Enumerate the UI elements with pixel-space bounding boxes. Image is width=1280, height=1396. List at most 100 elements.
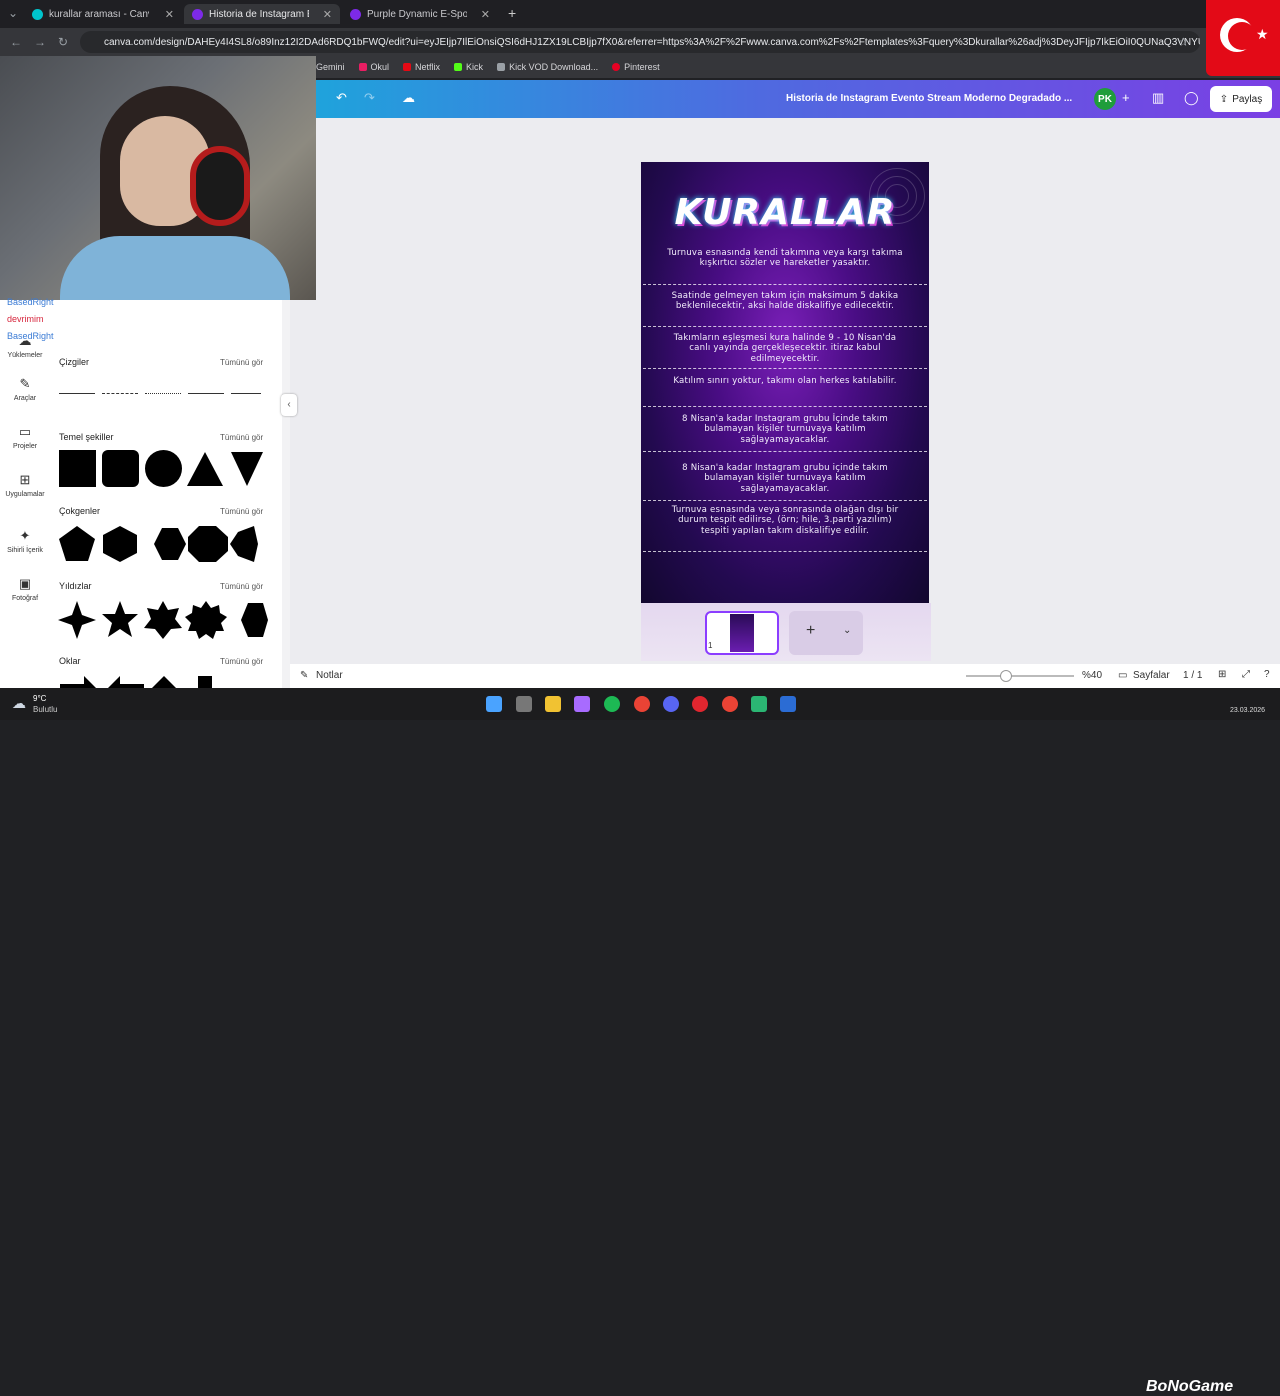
close-tab-icon[interactable]: ✕ bbox=[481, 8, 490, 21]
page-count: 1 / 1 bbox=[1183, 670, 1203, 681]
bookmark-pinterest[interactable]: Pinterest bbox=[612, 62, 660, 72]
bookmark-okul[interactable]: Okul bbox=[358, 62, 389, 72]
browser-tab-2[interactable]: Historia de Instagram Evento Stream ✕ bbox=[184, 4, 340, 24]
share-button[interactable]: ⇪ Paylaş bbox=[1210, 86, 1272, 112]
rule-divider bbox=[643, 368, 927, 369]
insights-icon[interactable]: ▥ bbox=[1152, 90, 1164, 106]
redo-icon[interactable]: ↷ bbox=[364, 90, 375, 106]
pages-icon: ▭ bbox=[1118, 670, 1128, 681]
line-dotted[interactable] bbox=[145, 393, 181, 394]
start-icon[interactable] bbox=[486, 696, 502, 712]
polygon-row[interactable] bbox=[58, 524, 258, 564]
rail-apps[interactable]: ⊞ Uygulamalar bbox=[0, 472, 50, 498]
bookmark-gemini[interactable]: Gemini bbox=[316, 62, 345, 72]
browser-tab-3[interactable]: Purple Dynamic E-Sport Game ✕ bbox=[342, 4, 498, 24]
grid-view-icon[interactable]: ⊞ bbox=[1218, 669, 1226, 680]
design-page[interactable]: KURALLAR Turnuva esnasında kendi takımın… bbox=[641, 162, 929, 603]
fullscreen-icon[interactable]: ⤢ bbox=[1242, 669, 1250, 680]
poster-title[interactable]: KURALLAR bbox=[641, 192, 929, 233]
shape-triangle-down[interactable] bbox=[230, 450, 264, 487]
bookmark-kick[interactable]: Kick bbox=[454, 62, 483, 72]
discord-icon[interactable] bbox=[663, 696, 679, 712]
see-all-arrows[interactable]: Tümünü gör bbox=[220, 657, 263, 666]
section-title-polygons: Çokgenler bbox=[59, 506, 101, 516]
bookmark-icon bbox=[612, 63, 621, 71]
browser-tab-1[interactable]: kurallar araması - Canva ✕ bbox=[24, 4, 182, 24]
shape-rounded-square[interactable] bbox=[102, 450, 139, 487]
collapse-panel-button[interactable]: ‹ bbox=[281, 394, 297, 416]
add-page-button[interactable]: + ⌄ bbox=[789, 611, 863, 655]
opera-icon[interactable] bbox=[692, 696, 708, 712]
new-tab-button[interactable]: + bbox=[508, 5, 516, 21]
see-all-polygons[interactable]: Tümünü gör bbox=[220, 507, 263, 516]
bookmark-kick-vod[interactable]: Kick VOD Download... bbox=[497, 62, 598, 72]
line-arrow-open[interactable] bbox=[231, 393, 261, 394]
zoom-slider-handle[interactable] bbox=[1000, 670, 1012, 682]
line-dashed[interactable] bbox=[102, 393, 138, 394]
chevron-down-icon[interactable]: ⌄ bbox=[843, 625, 851, 636]
design-title[interactable]: Historia de Instagram Evento Stream Mode… bbox=[786, 93, 1072, 104]
close-tab-icon[interactable]: ✕ bbox=[323, 8, 332, 21]
rule-divider bbox=[643, 406, 927, 407]
panel-scrollbar[interactable] bbox=[282, 300, 290, 688]
rule-text-4[interactable]: Katılım sınırı yoktur, takımı olan herke… bbox=[659, 376, 911, 386]
cloud-save-icon[interactable]: ☁ bbox=[402, 90, 415, 106]
rule-text-1[interactable]: Turnuva esnasında kendi takımına veya ka… bbox=[659, 248, 911, 269]
shape-square[interactable] bbox=[59, 450, 96, 487]
rail-photos[interactable]: ▣ Fotoğraf bbox=[0, 576, 50, 602]
undo-icon[interactable]: ↶ bbox=[336, 90, 347, 106]
chat-username: devrimim bbox=[7, 314, 44, 324]
section-title-lines: Çizgiler bbox=[59, 357, 90, 367]
file-explorer-icon[interactable] bbox=[545, 696, 561, 712]
bookmark-star-icon[interactable]: ☆ bbox=[1178, 35, 1189, 49]
chrome-icon[interactable] bbox=[634, 696, 650, 712]
app-icon[interactable] bbox=[780, 696, 796, 712]
see-all-stars[interactable]: Tümünü gör bbox=[220, 582, 263, 591]
rule-text-5[interactable]: 8 Nisan'a kadar Instagram grubu İçinde t… bbox=[659, 414, 911, 445]
rule-divider bbox=[643, 284, 927, 285]
rail-magic[interactable]: ✦ Sihirli İçerik bbox=[0, 528, 50, 554]
copilot-icon[interactable] bbox=[574, 696, 590, 712]
rule-text-6[interactable]: 8 Nisan'a kadar Instagram grubu içinde t… bbox=[659, 463, 911, 494]
close-tab-icon[interactable]: ✕ bbox=[165, 8, 174, 21]
bookmark-netflix[interactable]: Netflix bbox=[403, 62, 440, 72]
add-collaborator-icon[interactable]: + bbox=[1122, 90, 1130, 105]
shape-triangle[interactable] bbox=[186, 450, 224, 487]
chrome-active-icon[interactable] bbox=[722, 696, 738, 712]
pages-button[interactable]: Sayfalar bbox=[1133, 670, 1170, 681]
back-icon[interactable]: ← bbox=[10, 35, 22, 49]
canva-favicon-icon bbox=[32, 8, 43, 20]
notes-button[interactable]: Notlar bbox=[316, 670, 343, 681]
rule-text-2[interactable]: Saatinde gelmeyen takım için maksimum 5 … bbox=[659, 291, 911, 312]
zoom-slider[interactable] bbox=[966, 675, 1074, 677]
rail-tools[interactable]: ✎ Araçlar bbox=[0, 376, 50, 402]
comment-icon[interactable]: ◯ bbox=[1184, 90, 1199, 106]
reload-icon[interactable]: ↻ bbox=[58, 35, 68, 49]
avatar[interactable]: PK bbox=[1094, 88, 1116, 110]
see-all-lines[interactable]: Tümünü gör bbox=[220, 358, 263, 367]
forward-icon[interactable]: → bbox=[34, 35, 46, 49]
url-bar[interactable]: canva.com/design/DAHEy4I4SL8/o89Inz12I2D… bbox=[80, 31, 1200, 53]
stars-row[interactable] bbox=[58, 600, 268, 640]
taskview-icon[interactable] bbox=[516, 696, 532, 712]
zoom-level[interactable]: %40 bbox=[1082, 670, 1102, 681]
rule-text-7[interactable]: Turnuva esnasında veya sonrasında olağan… bbox=[659, 505, 911, 536]
help-icon[interactable]: ? bbox=[1264, 669, 1270, 680]
chat-username: BasedRight bbox=[7, 331, 54, 341]
weather-icon: ☁ bbox=[12, 695, 26, 711]
editor-bottom-bar: ✎ Notlar %40 ▭ Sayfalar 1 / 1 ⊞ ⤢ ? bbox=[290, 664, 1280, 688]
app-icon[interactable] bbox=[751, 696, 767, 712]
rail-projects[interactable]: ▭ Projeler bbox=[0, 424, 50, 450]
line-arrow[interactable] bbox=[188, 393, 224, 394]
bookmark-label: Kick VOD Download... bbox=[509, 62, 599, 72]
tab-search-icon[interactable]: ⌄ bbox=[8, 6, 18, 20]
shape-circle[interactable] bbox=[145, 450, 182, 487]
magic-icon: ✦ bbox=[19, 528, 31, 543]
line-solid[interactable] bbox=[59, 393, 95, 394]
arrows-row[interactable] bbox=[58, 674, 268, 688]
section-title-basic-shapes: Temel şekiller bbox=[59, 432, 114, 442]
rule-text-3[interactable]: Takımların eşleşmesi kura halinde 9 - 10… bbox=[659, 333, 911, 364]
plus-icon: + bbox=[806, 622, 816, 639]
spotify-icon[interactable] bbox=[604, 696, 620, 712]
see-all-basic-shapes[interactable]: Tümünü gör bbox=[220, 433, 263, 442]
